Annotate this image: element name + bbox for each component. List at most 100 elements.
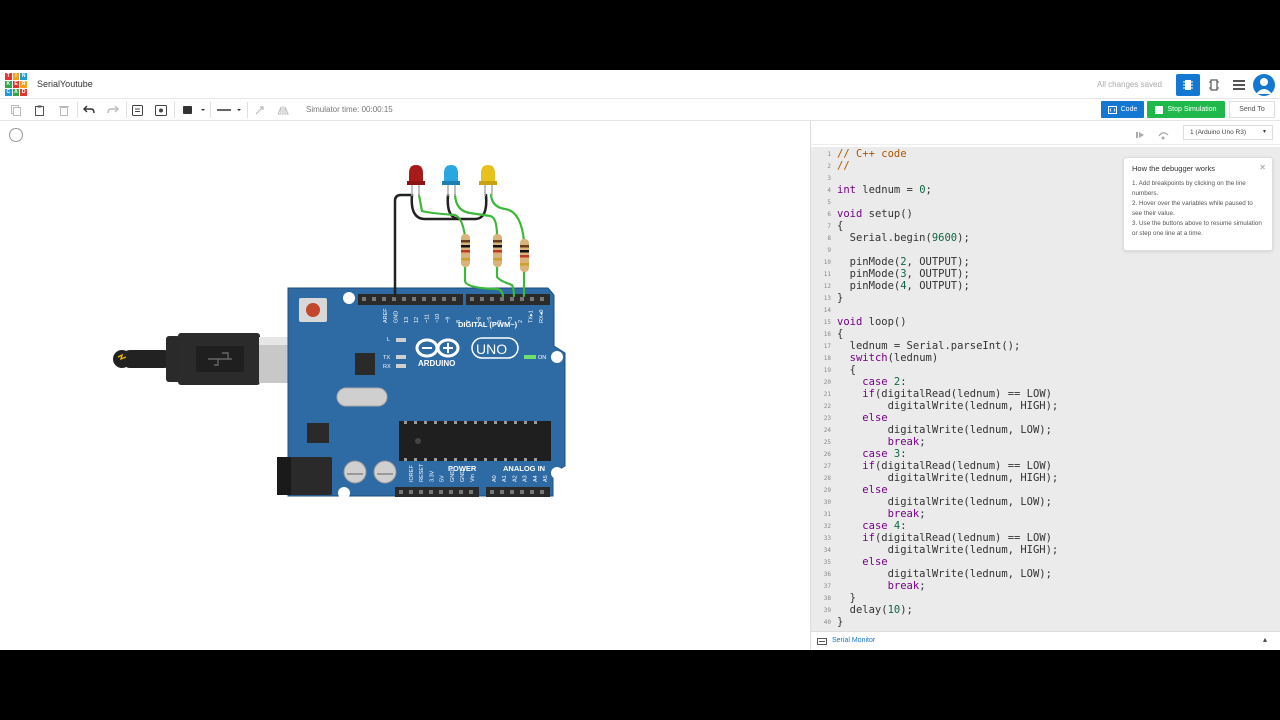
line-number[interactable]: 14 [811,307,831,314]
arduino-uno-board[interactable]: ARDUINO UNO DIGITAL (PWM~) POWER ANALOG … [277,287,566,499]
code-line[interactable]: case 2: [837,376,906,388]
board-select-dropdown[interactable]: 1 (Arduino Uno R3) ▾ [1183,125,1273,140]
code-line[interactable]: digitalWrite(lednum, HIGH); [837,472,1059,484]
line-number[interactable]: 28 [811,475,831,482]
line-number[interactable]: 4 [811,187,831,194]
wire-red-led[interactable] [417,193,467,238]
line-number[interactable]: 19 [811,367,831,374]
line-number[interactable]: 20 [811,379,831,386]
line-number[interactable]: 37 [811,583,831,590]
ground-wire[interactable] [393,193,414,298]
stop-simulation-button[interactable]: Stop Simulation [1147,101,1225,118]
circuit-canvas[interactable]: ARDUINO UNO DIGITAL (PWM~) POWER ANALOG … [0,121,810,650]
close-icon[interactable]: ✕ [1259,163,1266,172]
line-number[interactable]: 6 [811,211,831,218]
component-list-button[interactable] [1227,74,1251,96]
led-red[interactable] [407,165,425,196]
line-number[interactable]: 25 [811,439,831,446]
step-over-button[interactable] [1158,127,1169,145]
code-line[interactable]: { [837,220,843,232]
line-number[interactable]: 9 [811,247,831,254]
code-line[interactable]: // [837,160,850,172]
led-yellow[interactable] [479,165,497,196]
line-number[interactable]: 27 [811,463,831,470]
send-to-button[interactable]: Send To [1229,101,1275,118]
line-number[interactable]: 2 [811,163,831,170]
serial-monitor-bar[interactable]: Serial Monitor ▴ [811,631,1280,650]
code-line[interactable]: // C++ code [837,148,907,160]
code-line[interactable]: void setup() [837,208,913,220]
code-line[interactable]: if(digitalRead(lednum) == LOW) [837,460,1052,472]
line-number-gutter[interactable]: 1 2 3 4 5 6 7 8 9 10 11 12 13 14 15 16 17 18 19 20 21 22 23 24 2… [811,147,833,631]
line-number[interactable]: 12 [811,283,831,290]
line-number[interactable]: 35 [811,559,831,566]
wires[interactable] [393,193,526,298]
line-number[interactable]: 33 [811,535,831,542]
line-number[interactable]: 31 [811,511,831,518]
code-line[interactable]: } [837,616,843,628]
resistor-1[interactable] [461,234,470,267]
resume-debugger-button[interactable] [1136,127,1146,145]
code-line[interactable]: { [837,364,856,376]
line-number[interactable]: 29 [811,487,831,494]
code-line[interactable]: switch(lednum) [837,352,939,364]
resistor-2[interactable] [493,234,502,267]
redo-button[interactable] [106,102,120,118]
code-line[interactable]: digitalWrite(lednum, LOW); [837,496,1052,508]
code-line[interactable]: if(digitalRead(lednum) == LOW) [837,532,1052,544]
code-line[interactable]: { [837,328,843,340]
line-number[interactable]: 5 [811,199,831,206]
resistor-3[interactable] [520,239,529,272]
line-number[interactable]: 17 [811,343,831,350]
line-number[interactable]: 36 [811,571,831,578]
code-line[interactable]: void loop() [837,316,907,328]
code-line[interactable]: } [837,292,843,304]
line-number[interactable]: 16 [811,331,831,338]
code-button[interactable]: Code [1101,101,1144,118]
color-picker[interactable] [180,102,206,118]
paste-button[interactable] [33,102,47,118]
wire-blue-led[interactable] [453,193,499,238]
schematic-view-button[interactable] [1202,74,1226,96]
code-line[interactable]: case 3: [837,448,906,460]
code-line[interactable]: delay(10); [837,604,913,616]
code-line[interactable]: pinMode(3, OUTPUT); [837,268,970,280]
code-line[interactable]: digitalWrite(lednum, LOW); [837,424,1052,436]
code-line[interactable]: Serial.begin(9600); [837,232,970,244]
code-line[interactable]: pinMode(4, OUTPUT); [837,280,970,292]
code-line[interactable]: digitalWrite(lednum, HIGH); [837,400,1059,412]
user-avatar[interactable] [1253,74,1275,96]
line-number[interactable]: 8 [811,235,831,242]
line-number[interactable]: 22 [811,403,831,410]
wire-type-picker[interactable] [215,102,243,118]
code-line[interactable]: int lednum = 0; [837,184,932,196]
code-line[interactable]: digitalWrite(lednum, HIGH); [837,544,1059,556]
line-number[interactable]: 32 [811,523,831,530]
code-line[interactable]: else [837,484,887,496]
line-number[interactable]: 3 [811,175,831,182]
line-number[interactable]: 21 [811,391,831,398]
tinkercad-logo[interactable]: T I N K E R C A D [5,73,27,96]
line-number[interactable]: 10 [811,259,831,266]
line-number[interactable]: 13 [811,295,831,302]
line-number[interactable]: 26 [811,451,831,458]
line-number[interactable]: 24 [811,427,831,434]
code-line[interactable]: break; [837,436,926,448]
code-line[interactable]: pinMode(2, OUTPUT); [837,256,970,268]
project-title[interactable]: SerialYoutube [37,79,93,89]
line-number[interactable]: 40 [811,619,831,626]
code-line[interactable]: break; [837,580,926,592]
code-line[interactable]: case 4: [837,520,906,532]
code-line[interactable]: else [837,412,887,424]
line-number[interactable]: 30 [811,499,831,506]
code-line[interactable]: lednum = Serial.parseInt(); [837,340,1021,352]
chevron-up-icon[interactable]: ▴ [1263,635,1267,644]
rotate-button[interactable] [252,102,266,118]
copy-button[interactable] [9,102,23,118]
led-blue[interactable] [442,165,460,196]
circuit-view-button[interactable] [1176,74,1200,96]
line-number[interactable]: 1 [811,151,831,158]
line-number[interactable]: 18 [811,355,831,362]
line-number[interactable]: 34 [811,547,831,554]
toggle-notes-button[interactable] [154,102,168,118]
